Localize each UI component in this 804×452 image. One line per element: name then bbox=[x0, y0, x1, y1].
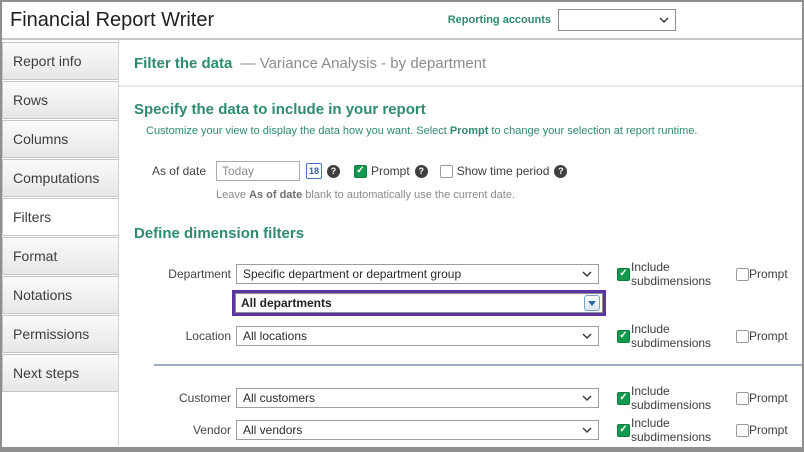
sidebar-item-format[interactable]: Format bbox=[2, 237, 118, 275]
prompt-label: Prompt bbox=[749, 391, 788, 405]
vendor-label: Vendor bbox=[119, 423, 231, 437]
include-subdimensions-group: Include subdimensions bbox=[604, 384, 731, 412]
sidebar-item-columns[interactable]: Columns bbox=[2, 120, 118, 158]
vendor-select[interactable]: All vendors bbox=[236, 420, 599, 440]
highlight-callout: All departments bbox=[232, 290, 606, 316]
include-subdimensions-group: Include subdimensions bbox=[604, 322, 731, 350]
sidebar-item-computations[interactable]: Computations bbox=[2, 159, 118, 197]
dropdown-arrow-icon bbox=[588, 301, 596, 306]
specify-description: Customize your view to display the data … bbox=[146, 125, 802, 137]
prompt-group: Prompt bbox=[736, 391, 802, 405]
specify-section-heading: Specify the data to include in your repo… bbox=[134, 101, 802, 118]
department-group-value: All departments bbox=[241, 296, 332, 310]
chevron-down-icon bbox=[582, 395, 592, 401]
reporting-accounts-select[interactable] bbox=[558, 9, 676, 31]
prompt-checkbox[interactable] bbox=[736, 392, 749, 405]
prompt-checkbox[interactable] bbox=[736, 330, 749, 343]
include-subdimensions-group: Include subdimensions bbox=[604, 448, 731, 452]
sidebar-item-rows[interactable]: Rows bbox=[2, 81, 118, 119]
prompt-label: Prompt bbox=[749, 267, 788, 281]
prompt-group: Prompt bbox=[736, 267, 802, 281]
sidebar-item-notations[interactable]: Notations bbox=[2, 276, 118, 314]
as-of-date-input[interactable]: Today bbox=[216, 161, 300, 181]
prompt-label: Prompt bbox=[749, 423, 788, 437]
include-subdimensions-label: Include subdimensions bbox=[631, 448, 731, 452]
department-select[interactable]: Specific department or department group bbox=[236, 264, 599, 284]
include-subdimensions-label: Include subdimensions bbox=[631, 260, 731, 288]
show-time-period-checkbox[interactable] bbox=[440, 165, 453, 178]
filter-row-employee: Employee All employees Include subdimens… bbox=[119, 448, 802, 452]
app-window: Financial Report Writer Reporting accoun… bbox=[0, 0, 804, 452]
sidebar-item-next-steps[interactable]: Next steps bbox=[2, 354, 118, 392]
reporting-accounts-label: Reporting accounts bbox=[448, 14, 551, 26]
header-divider bbox=[119, 85, 802, 87]
include-subdimensions-checkbox[interactable] bbox=[617, 424, 630, 437]
as-of-date-value: Today bbox=[222, 164, 254, 178]
app-title: Financial Report Writer bbox=[10, 9, 214, 32]
sidebar-item-permissions[interactable]: Permissions bbox=[2, 315, 118, 353]
help-icon[interactable]: ? bbox=[327, 165, 340, 178]
location-label: Location bbox=[119, 329, 231, 343]
page-head: Filter the data — Variance Analysis - by… bbox=[134, 55, 802, 72]
page-title: Filter the data bbox=[134, 55, 232, 72]
chevron-down-icon bbox=[582, 271, 592, 277]
filters-section-heading: Define dimension filters bbox=[134, 225, 802, 242]
chevron-down-icon bbox=[582, 333, 592, 339]
customer-select[interactable]: All customers bbox=[236, 388, 599, 408]
reporting-accounts-group: Reporting accounts bbox=[448, 9, 676, 31]
location-select[interactable]: All locations bbox=[236, 326, 599, 346]
vendor-select-value: All vendors bbox=[243, 423, 302, 437]
help-icon[interactable]: ? bbox=[554, 165, 567, 178]
department-subfilter-row: All departments bbox=[119, 290, 802, 316]
chevron-down-icon bbox=[582, 427, 592, 433]
main-content: Filter the data — Variance Analysis - by… bbox=[119, 40, 802, 445]
as-of-date-hint: Leave As of date blank to automatically … bbox=[216, 189, 802, 201]
as-of-date-label: As of date bbox=[119, 164, 206, 178]
section-separator bbox=[154, 364, 802, 366]
sidebar: Report info Rows Columns Computations Fi… bbox=[2, 40, 119, 445]
prompt-group: Prompt bbox=[736, 329, 802, 343]
filter-row-customer: Customer All customers Include subdimens… bbox=[119, 384, 802, 412]
dropdown-button[interactable] bbox=[584, 295, 600, 311]
prompt-checkbox[interactable] bbox=[736, 268, 749, 281]
as-of-date-row: As of date Today 18 ? Prompt ? Show time… bbox=[119, 161, 802, 181]
location-select-value: All locations bbox=[243, 329, 307, 343]
filter-row-location: Location All locations Include subdimens… bbox=[119, 322, 802, 350]
show-time-period-label: Show time period bbox=[457, 164, 550, 178]
include-subdimensions-label: Include subdimensions bbox=[631, 322, 731, 350]
customer-select-value: All customers bbox=[243, 391, 315, 405]
prompt-checkbox[interactable] bbox=[736, 424, 749, 437]
chevron-down-icon bbox=[659, 17, 669, 23]
prompt-checkbox-label: Prompt bbox=[371, 164, 410, 178]
include-subdimensions-checkbox[interactable] bbox=[617, 392, 630, 405]
filter-row-vendor: Vendor All vendors Include subdimensions… bbox=[119, 416, 802, 444]
help-icon[interactable]: ? bbox=[415, 165, 428, 178]
customer-label: Customer bbox=[119, 391, 231, 405]
include-subdimensions-group: Include subdimensions bbox=[604, 260, 731, 288]
sidebar-item-filters[interactable]: Filters bbox=[2, 198, 118, 236]
include-subdimensions-label: Include subdimensions bbox=[631, 416, 731, 444]
prompt-checkbox[interactable] bbox=[354, 165, 367, 178]
page-subtitle: — Variance Analysis - by department bbox=[241, 55, 487, 72]
include-subdimensions-group: Include subdimensions bbox=[604, 416, 731, 444]
app-header: Financial Report Writer Reporting accoun… bbox=[2, 2, 802, 40]
department-select-value: Specific department or department group bbox=[243, 267, 461, 281]
calendar-icon[interactable]: 18 bbox=[306, 163, 322, 179]
department-label: Department bbox=[119, 267, 231, 281]
filter-row-department: Department Specific department or depart… bbox=[119, 260, 802, 288]
prompt-group: Prompt bbox=[736, 423, 802, 437]
sidebar-item-report-info[interactable]: Report info bbox=[2, 42, 118, 80]
include-subdimensions-label: Include subdimensions bbox=[631, 384, 731, 412]
department-group-select[interactable]: All departments bbox=[235, 293, 603, 313]
prompt-label: Prompt bbox=[749, 329, 788, 343]
include-subdimensions-checkbox[interactable] bbox=[617, 330, 630, 343]
include-subdimensions-checkbox[interactable] bbox=[617, 268, 630, 281]
